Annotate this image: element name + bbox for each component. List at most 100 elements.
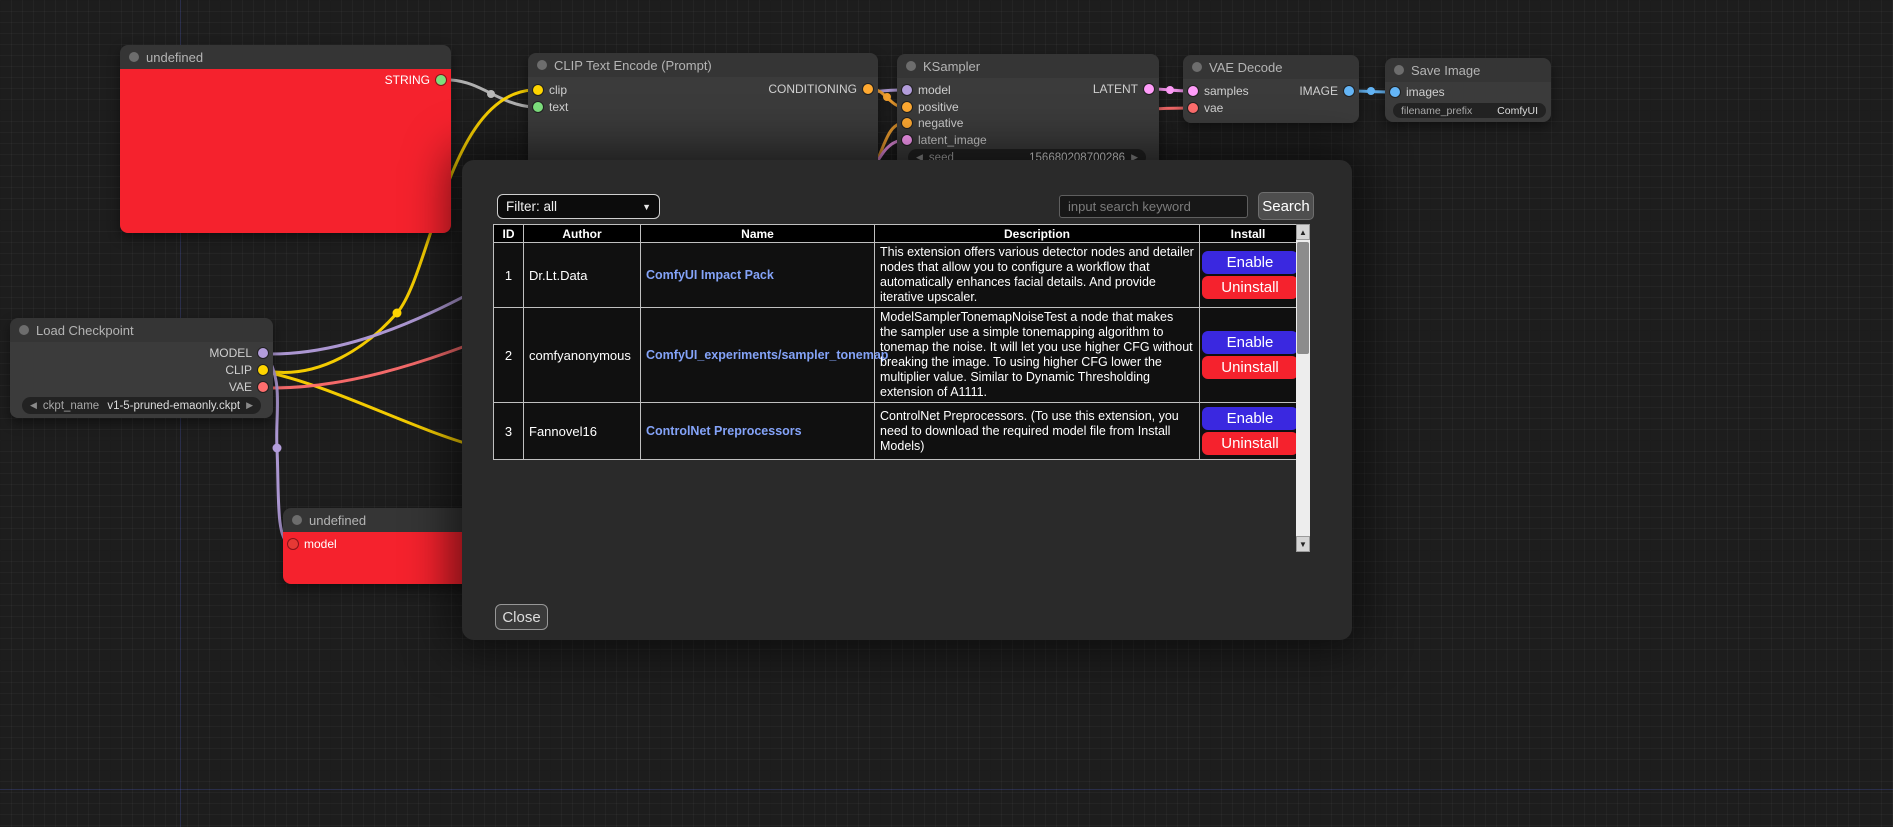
- widget-label: ckpt_name: [43, 400, 99, 412]
- node-titlebar[interactable]: Load Checkpoint: [10, 318, 273, 342]
- close-button[interactable]: Close: [495, 604, 548, 630]
- input-label: images: [1406, 85, 1445, 99]
- output-port-icon[interactable]: [258, 382, 268, 392]
- output-slot-string: STRING: [385, 72, 446, 88]
- column-header-author: Author: [524, 225, 641, 243]
- ext-id: 3: [494, 403, 524, 460]
- filter-select[interactable]: Filter: all ▼: [497, 194, 660, 219]
- uninstall-button[interactable]: Uninstall: [1202, 276, 1298, 299]
- search-button[interactable]: Search: [1258, 192, 1314, 220]
- node-collapse-dot-icon[interactable]: [906, 61, 916, 71]
- input-port-icon[interactable]: [902, 102, 912, 112]
- search-input[interactable]: [1059, 195, 1248, 218]
- input-label: vae: [1204, 101, 1223, 115]
- input-slot-samples: samples: [1188, 83, 1249, 99]
- output-slot-latent: LATENT: [1093, 81, 1154, 97]
- widget-value[interactable]: v1-5-pruned-emaonly.ckpt: [107, 400, 240, 412]
- ckpt-name-widget[interactable]: ◀ ckpt_name v1-5-pruned-emaonly.ckpt ▶: [22, 397, 261, 414]
- input-port-icon[interactable]: [902, 85, 912, 95]
- output-port-icon[interactable]: [258, 365, 268, 375]
- output-port-icon[interactable]: [1144, 84, 1154, 94]
- input-slot-latent-image: latent_image: [902, 132, 987, 148]
- ext-id: 1: [494, 243, 524, 308]
- node-collapse-dot-icon[interactable]: [129, 52, 139, 62]
- widget-value[interactable]: ComfyUI: [1497, 105, 1538, 117]
- ext-description: ModelSamplerTonemapNoiseTest a node that…: [875, 308, 1200, 403]
- node-title: Load Checkpoint: [36, 323, 134, 338]
- table-scrollbar[interactable]: ▲ ▼: [1296, 224, 1310, 552]
- input-port-icon[interactable]: [533, 85, 543, 95]
- input-port-icon[interactable]: [1188, 86, 1198, 96]
- node-title: undefined: [309, 513, 366, 528]
- table-row: 2 comfyanonymous ComfyUI_experiments/sam…: [494, 308, 1297, 403]
- table-row: 3 Fannovel16 ControlNet Preprocessors Co…: [494, 403, 1297, 460]
- input-label: negative: [918, 116, 963, 130]
- node-save-image[interactable]: Save Image images filename_prefix ComfyU…: [1385, 58, 1551, 122]
- ext-name-link[interactable]: ComfyUI_experiments/sampler_tonemap: [646, 348, 888, 362]
- output-slot-image: IMAGE: [1299, 83, 1354, 99]
- scroll-up-glyph: ▲: [1299, 228, 1307, 237]
- node-titlebar[interactable]: VAE Decode: [1183, 55, 1359, 79]
- node-collapse-dot-icon[interactable]: [19, 325, 29, 335]
- column-header-name: Name: [641, 225, 875, 243]
- input-label: clip: [549, 83, 567, 97]
- input-slot-clip: clip: [533, 82, 567, 98]
- column-header-description: Description: [875, 225, 1200, 243]
- input-slot-negative: negative: [902, 115, 963, 131]
- uninstall-button[interactable]: Uninstall: [1202, 356, 1298, 379]
- ext-author: comfyanonymous: [524, 308, 641, 403]
- output-port-icon[interactable]: [258, 348, 268, 358]
- extension-manager-dialog: Filter: all ▼ Search ID Author Name Desc…: [462, 160, 1352, 640]
- output-label: VAE: [229, 380, 252, 394]
- node-collapse-dot-icon[interactable]: [1394, 65, 1404, 75]
- input-label: samples: [1204, 84, 1249, 98]
- input-slot-positive: positive: [902, 99, 959, 115]
- node-body: [120, 69, 451, 233]
- wire-dot-conditioning: [883, 93, 891, 101]
- table-header-row: ID Author Name Description Install: [494, 225, 1297, 243]
- wire-dot-latent: [1166, 86, 1174, 94]
- filename-prefix-widget[interactable]: filename_prefix ComfyUI: [1393, 103, 1546, 118]
- enable-button[interactable]: Enable: [1202, 251, 1298, 274]
- node-load-checkpoint[interactable]: Load Checkpoint MODEL CLIP VAE ◀ ckpt_na…: [10, 318, 273, 418]
- increment-arrow-icon[interactable]: ▶: [246, 401, 253, 410]
- input-port-icon[interactable]: [533, 102, 543, 112]
- output-slot-clip: CLIP: [225, 362, 268, 378]
- node-collapse-dot-icon[interactable]: [537, 60, 547, 70]
- input-slot-model: model: [902, 82, 951, 98]
- input-port-icon[interactable]: [288, 539, 298, 549]
- uninstall-button[interactable]: Uninstall: [1202, 432, 1298, 455]
- output-port-icon[interactable]: [436, 75, 446, 85]
- scroll-up-icon[interactable]: ▲: [1296, 224, 1310, 240]
- node-titlebar[interactable]: CLIP Text Encode (Prompt): [528, 53, 878, 77]
- wire-dot-model: [273, 444, 282, 453]
- input-port-icon[interactable]: [1390, 87, 1400, 97]
- node-collapse-dot-icon[interactable]: [1192, 62, 1202, 72]
- table-row: 1 Dr.Lt.Data ComfyUI Impact Pack This ex…: [494, 243, 1297, 308]
- decrement-arrow-icon[interactable]: ◀: [30, 401, 37, 410]
- ext-name-link[interactable]: ComfyUI Impact Pack: [646, 268, 774, 282]
- output-port-icon[interactable]: [1344, 86, 1354, 96]
- enable-button[interactable]: Enable: [1202, 407, 1298, 430]
- output-port-icon[interactable]: [863, 84, 873, 94]
- node-titlebar[interactable]: undefined: [120, 45, 451, 69]
- input-port-icon[interactable]: [1188, 103, 1198, 113]
- column-header-id: ID: [494, 225, 524, 243]
- output-label: CONDITIONING: [768, 82, 857, 96]
- node-title: VAE Decode: [1209, 60, 1282, 75]
- input-label: text: [549, 100, 568, 114]
- ext-description: ControlNet Preprocessors. (To use this e…: [875, 403, 1200, 460]
- input-port-icon[interactable]: [902, 135, 912, 145]
- input-port-icon[interactable]: [902, 118, 912, 128]
- node-vae-decode[interactable]: VAE Decode samples vae IMAGE: [1183, 55, 1359, 123]
- node-collapse-dot-icon[interactable]: [292, 515, 302, 525]
- scroll-down-icon[interactable]: ▼: [1296, 536, 1310, 552]
- node-titlebar[interactable]: Save Image: [1385, 58, 1551, 82]
- node-title: Save Image: [1411, 63, 1480, 78]
- node-undefined-top[interactable]: undefined STRING: [120, 45, 451, 233]
- ext-name-link[interactable]: ControlNet Preprocessors: [646, 424, 802, 438]
- scrollbar-thumb[interactable]: [1297, 242, 1309, 354]
- enable-button[interactable]: Enable: [1202, 331, 1298, 354]
- output-slot-vae: VAE: [229, 379, 268, 395]
- node-titlebar[interactable]: KSampler: [897, 54, 1159, 78]
